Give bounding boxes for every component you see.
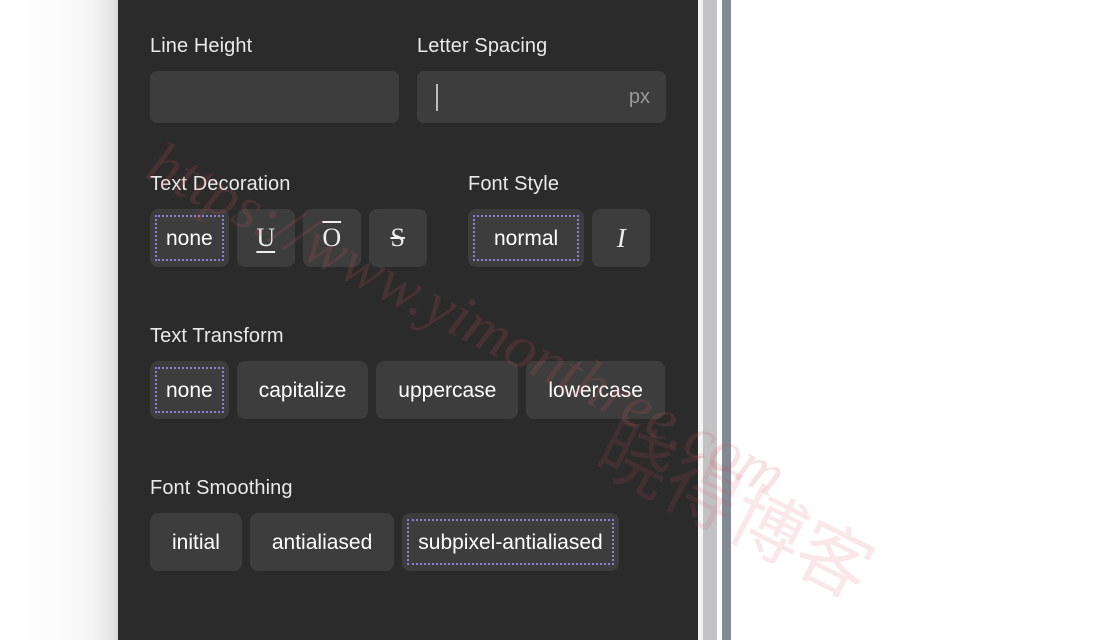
font-smoothing-option-subpixel-antialiased[interactable]: subpixel-antialiased [402,513,619,571]
option-label: normal [494,226,559,250]
font-style-label: Font Style [468,173,560,195]
scrollbar-thumb[interactable] [722,0,731,640]
font-smoothing-options: initial antialiased subpixel-antialiased [150,513,619,571]
overline-icon: O [322,223,342,252]
font-style-option-italic[interactable]: I [592,209,651,267]
line-through-icon: S [390,223,405,252]
text-decoration-label: Text Decoration [150,173,291,195]
option-label: subpixel-antialiased [418,530,603,554]
option-label: lowercase [548,378,643,402]
text-transform-options: none capitalize uppercase lowercase [150,361,665,419]
option-label: initial [172,530,220,554]
text-decoration-options: none U O S [150,209,427,267]
screenshot-root: Line Height Letter Spacing px Text Decor… [0,0,1112,640]
typography-settings-panel: Line Height Letter Spacing px Text Decor… [118,0,698,640]
font-smoothing-option-initial[interactable]: initial [150,513,242,571]
option-label: capitalize [258,378,347,402]
option-label: none [166,378,213,402]
spacing-fields-row: Line Height Letter Spacing px [150,34,666,123]
option-label: antialiased [271,530,373,554]
letter-spacing-label: Letter Spacing [417,35,548,57]
text-transform-option-capitalize[interactable]: capitalize [236,361,369,419]
text-transform-option-uppercase[interactable]: uppercase [376,361,519,419]
letter-spacing-unit: px [628,86,650,108]
page-backdrop-left [0,0,118,640]
text-transform-section: Text Transform none capitalize uppercase… [150,324,665,419]
text-transform-option-none[interactable]: none [150,361,229,419]
letter-spacing-field: Letter Spacing px [417,34,666,123]
text-decoration-option-underline[interactable]: U [236,209,295,267]
underline-icon: U [256,223,276,252]
scrollbar-track[interactable] [703,0,717,640]
font-smoothing-label: Font Smoothing [150,477,293,499]
italic-icon: I [616,222,626,253]
font-style-options: normal I [468,209,651,267]
font-smoothing-section: Font Smoothing initial antialiased subpi… [150,476,619,571]
line-height-input[interactable] [150,71,399,123]
text-decoration-option-line-through[interactable]: S [368,209,427,267]
page-backdrop-right [698,0,1112,640]
text-transform-label: Text Transform [150,325,284,347]
option-label: none [166,226,213,250]
font-smoothing-option-antialiased[interactable]: antialiased [249,513,395,571]
line-height-label: Line Height [150,35,253,57]
option-label: uppercase [398,378,497,402]
font-style-option-normal[interactable]: normal [468,209,585,267]
text-decoration-section: Text Decoration none U O S [150,172,427,267]
font-style-section: Font Style normal I [468,172,651,267]
text-transform-option-lowercase[interactable]: lowercase [526,361,665,419]
text-decoration-option-overline[interactable]: O [302,209,361,267]
letter-spacing-input[interactable]: px [417,71,666,123]
line-height-field: Line Height [150,34,399,123]
text-decoration-option-none[interactable]: none [150,209,229,267]
text-caret [436,84,438,111]
